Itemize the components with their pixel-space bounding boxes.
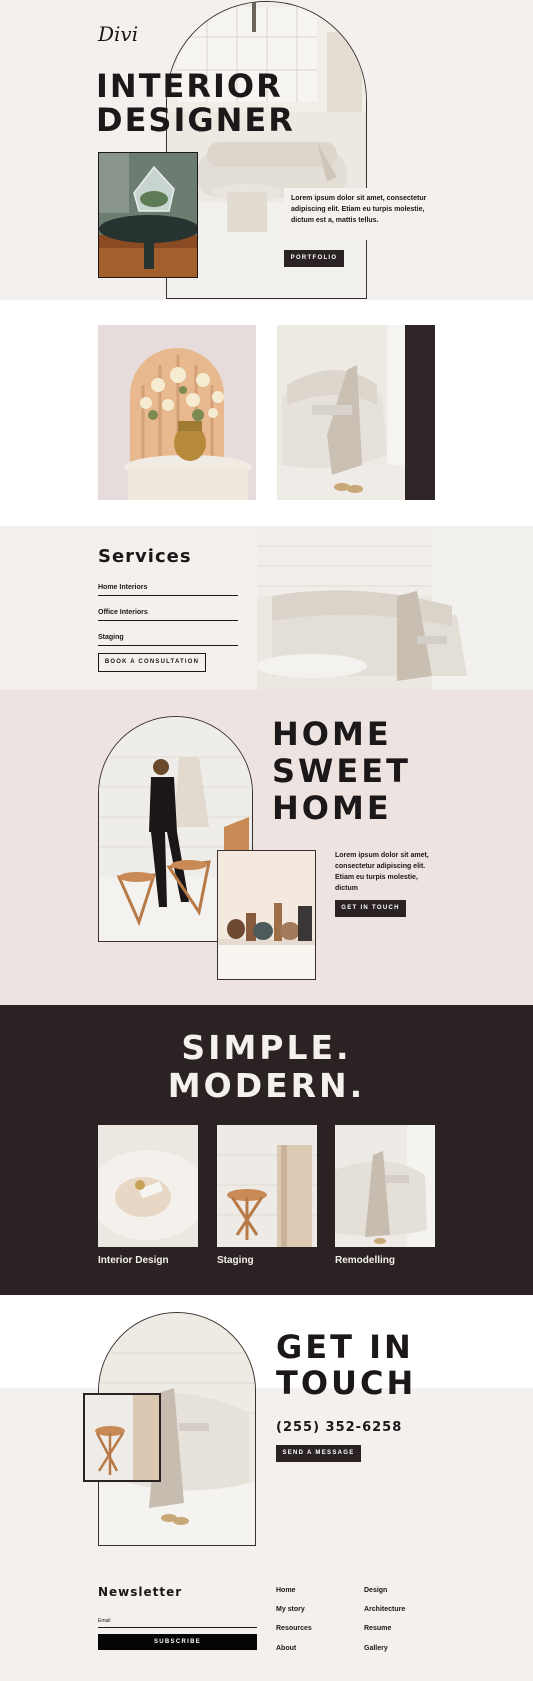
send-message-button[interactable]: SEND A MESSAGE [276,1445,361,1462]
service-item-label: Staging [98,634,124,641]
hero-title-line2: DESIGNER [96,101,295,139]
stool-illustration [217,1125,317,1247]
contact-stool-photo [83,1393,161,1482]
logo[interactable]: Divi [98,22,138,46]
service-item[interactable]: Office Interiors [98,601,238,621]
living-room-photo [257,526,533,690]
service-item[interactable]: Home Interiors [98,576,238,596]
home-title-line2: SWEET [272,752,411,790]
contact-title-line1: GET IN [276,1328,414,1366]
flower-vase-photo [98,325,256,500]
service-card-label[interactable]: Remodelling [335,1255,395,1266]
footer-link-about[interactable]: About [276,1645,296,1652]
home-title-line1: HOME [272,715,392,753]
simple-title-line1: SIMPLE. [181,1028,352,1067]
service-card-image[interactable] [217,1125,317,1247]
get-in-touch-button[interactable]: GET IN TOUCH [335,900,406,917]
small-stool-illustration [85,1395,159,1480]
home-sweet-home-section: HOME SWEET HOME Lorem ipsum dolor sit am… [0,690,533,1005]
footer-link-my-story[interactable]: My story [276,1606,305,1613]
footer-link-design[interactable]: Design [364,1587,387,1594]
service-item-label: Office Interiors [98,609,148,616]
portfolio-button[interactable]: PORTFOLIO [284,250,344,267]
armchair-illustration [335,1125,435,1247]
footer-link-resources[interactable]: Resources [276,1625,312,1632]
terrarium-illustration [99,153,197,277]
service-item-label: Home Interiors [98,584,148,591]
simple-modern-section: SIMPLE. MODERN. Interior Design Staging [0,1005,533,1295]
home-title-line3: HOME [272,789,392,827]
service-card-image[interactable] [98,1125,198,1247]
contact-title-line2: TOUCH [276,1364,417,1402]
terrarium-photo [98,152,198,278]
simple-title-line2: MODERN. [167,1066,366,1105]
home-body-text: Lorem ipsum dolor sit amet, consectetur … [335,852,429,892]
pottery-photo [217,850,316,980]
contact-section: GET IN TOUCH (255) 352-6258 SEND A MESSA… [0,1295,533,1681]
subscribe-button[interactable]: SUBSCRIBE [98,1634,257,1650]
service-card-label[interactable]: Staging [217,1255,254,1266]
hero-title-line1: INTERIOR [96,67,283,105]
flower-vase-illustration [98,325,256,500]
service-card-label[interactable]: Interior Design [98,1255,169,1266]
footer-link-resume[interactable]: Resume [364,1625,391,1632]
hero-body-text: Lorem ipsum dolor sit amet, consectetur … [291,195,427,224]
book-consultation-button[interactable]: BOOK A CONSULTATION [98,653,206,672]
newsletter-heading: Newsletter [98,1585,183,1599]
phone-number[interactable]: (255) 352-6258 [276,1420,402,1435]
pottery-illustration [218,851,315,979]
email-field[interactable] [98,1624,257,1628]
tray-illustration [98,1125,198,1247]
living-room-sofa-illustration [257,526,533,690]
footer-link-gallery[interactable]: Gallery [364,1645,388,1652]
gallery-pair-section [0,300,533,526]
sofa-blanket-photo [277,325,435,500]
contact-lower-background [0,1388,533,1681]
service-card-image[interactable] [335,1125,435,1247]
service-item[interactable]: Staging [98,626,238,646]
sofa-blanket-illustration [277,325,435,500]
footer-link-architecture[interactable]: Architecture [364,1606,405,1613]
footer-link-home[interactable]: Home [276,1587,295,1594]
hero-section: Divi INTERIOR DESIGNER Lorem ipsum dolor… [0,0,533,300]
services-heading: Services [98,546,192,567]
services-section: Services Home Interiors Office Interiors… [0,526,533,690]
